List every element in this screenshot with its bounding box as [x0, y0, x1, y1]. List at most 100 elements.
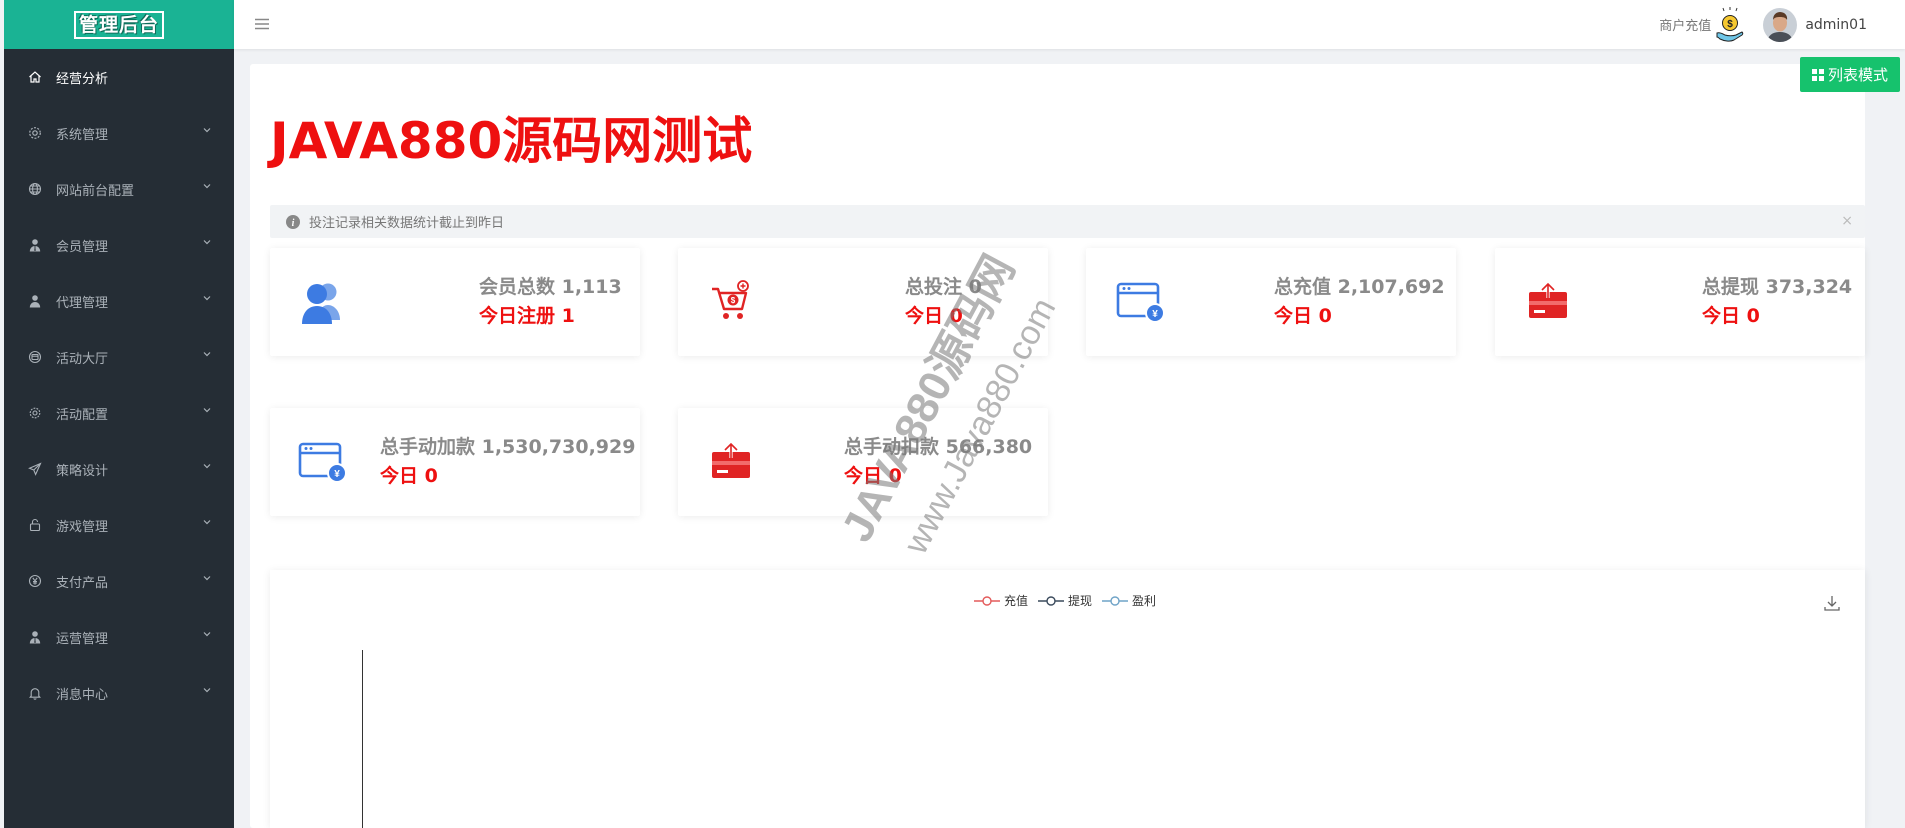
chevron-down-icon — [203, 576, 211, 581]
stat-card-withdraw: 总提现 373,324 今日 0 — [1495, 248, 1865, 356]
user-icon — [28, 294, 42, 308]
page-title: JAVA880源码网测试 — [270, 112, 753, 170]
chevron-down-icon — [203, 408, 211, 413]
chevron-down-icon — [203, 184, 211, 189]
sidebar-item-label: 会员管理 — [56, 239, 109, 255]
chart-y-axis — [362, 650, 363, 828]
cart-icon: $ — [712, 280, 749, 319]
sidebar-item-business-analysis[interactable]: 经营分析 — [4, 49, 234, 105]
close-icon[interactable]: × — [1841, 214, 1853, 228]
list-mode-button[interactable]: 列表模式 — [1800, 57, 1901, 92]
chevron-down-icon — [203, 296, 211, 301]
svg-text:$: $ — [731, 296, 736, 305]
chart-legend: 充值 提现 盈利 — [974, 592, 1166, 609]
yen-circle-icon — [28, 574, 42, 588]
bell-icon — [28, 686, 42, 700]
chevron-down-icon — [203, 520, 211, 525]
stat-card-manual-add: ¥ 总手动加款 1,530,730,929 今日 0 — [270, 408, 640, 516]
list-mode-label: 列表模式 — [1828, 66, 1889, 84]
gear-icon — [28, 126, 42, 140]
sidebar-item-games[interactable]: 游戏管理 — [4, 497, 234, 553]
sidebar-item-payment[interactable]: 支付产品 — [4, 553, 234, 609]
sidebar-item-operations[interactable]: 运营管理 — [4, 609, 234, 665]
user-tie-icon — [28, 630, 42, 644]
sidebar-item-activity-hall[interactable]: 活动大厅 — [4, 329, 234, 385]
chevron-down-icon — [203, 632, 211, 637]
card-total: 会员总数 1,113 — [479, 276, 622, 298]
sidebar-item-system[interactable]: 系统管理 — [4, 105, 234, 161]
card-today: 今日注册 1 — [479, 305, 575, 327]
grid-icon — [1812, 68, 1824, 81]
avatar[interactable] — [1763, 7, 1798, 42]
card-today: 今日 0 — [380, 465, 438, 487]
svg-text:¥: ¥ — [334, 469, 340, 480]
logo-bar[interactable]: 管理后台 — [4, 0, 234, 49]
sidebar-item-label: 策略设计 — [56, 463, 109, 479]
svg-text:¥: ¥ — [1152, 309, 1158, 320]
header-user-area: 商户充值 $ admin01 — [1659, 0, 1867, 49]
stat-card-bets: $ 总投注 0 今日 0 — [678, 248, 1048, 356]
card-total: 总手动加款 1,530,730,929 — [380, 436, 636, 458]
sidebar-item-messages[interactable]: 消息中心 — [4, 665, 234, 721]
info-icon: i — [286, 214, 300, 229]
chevron-down-icon — [203, 352, 211, 357]
sidebar-item-label: 游戏管理 — [56, 519, 109, 535]
legend-marker — [1102, 595, 1129, 606]
lock-icon — [28, 518, 42, 532]
sidebar: 管理后台 经营分析 系统管理 网站前台配置 会员管理 代理管理 活动大厅 活动配… — [4, 0, 234, 828]
trend-chart: 充值 提现 盈利 — [270, 570, 1865, 828]
wallet-upload-icon — [712, 441, 750, 478]
sidebar-item-activity-config[interactable]: 活动配置 — [4, 385, 234, 441]
card-total: 总提现 373,324 — [1702, 276, 1853, 298]
sidebar-item-label: 活动大厅 — [56, 351, 109, 367]
card-total: 总投注 0 — [905, 276, 982, 298]
chevron-down-icon — [203, 128, 211, 133]
stat-card-members: 会员总数 1,113 今日注册 1 — [270, 248, 640, 356]
legend-label: 提现 — [1068, 594, 1093, 608]
wallet-upload-icon — [1529, 281, 1567, 318]
svg-text:$: $ — [1728, 19, 1734, 30]
username[interactable]: admin01 — [1805, 17, 1867, 33]
calendar-icon — [28, 350, 42, 364]
sidebar-item-members[interactable]: 会员管理 — [4, 217, 234, 273]
chevron-down-icon — [203, 464, 211, 469]
card-total: 总手动扣款 566,380 — [844, 436, 1033, 458]
main-panel: JAVA880源码网测试 i 投注记录相关数据统计截止到昨日 × 会员总数 1,… — [250, 64, 1865, 828]
alert-text: 投注记录相关数据统计截止到昨日 — [309, 216, 505, 231]
stat-card-manual-deduct: 总手动扣款 566,380 今日 0 — [678, 408, 1048, 516]
sidebar-item-label: 代理管理 — [56, 295, 109, 311]
cog-icon — [28, 406, 42, 420]
card-today: 今日 0 — [1274, 305, 1332, 327]
card-today: 今日 0 — [905, 305, 963, 327]
globe-icon — [28, 182, 42, 196]
sidebar-item-strategy[interactable]: 策略设计 — [4, 441, 234, 497]
coin-hand-icon[interactable]: $ — [1715, 6, 1745, 43]
send-icon — [28, 462, 42, 476]
legend-label: 盈利 — [1132, 594, 1157, 608]
sidebar-item-label: 消息中心 — [56, 687, 109, 703]
hamburger-menu-icon[interactable] — [254, 16, 270, 32]
browser-yen-icon: ¥ — [298, 442, 347, 483]
top-header: 商户充值 $ admin01 — [234, 0, 1905, 49]
legend-item-withdraw[interactable]: 提现 — [1038, 592, 1092, 609]
sidebar-item-label: 运营管理 — [56, 631, 109, 647]
legend-label: 充值 — [1004, 594, 1029, 608]
legend-item-recharge[interactable]: 充值 — [974, 592, 1028, 609]
download-icon[interactable] — [1823, 594, 1841, 612]
chevron-down-icon — [203, 688, 211, 693]
sidebar-item-agents[interactable]: 代理管理 — [4, 273, 234, 329]
sidebar-item-site-config[interactable]: 网站前台配置 — [4, 161, 234, 217]
sidebar-item-label: 活动配置 — [56, 407, 109, 423]
home-icon — [28, 70, 42, 84]
legend-marker — [974, 595, 1000, 606]
logo: 管理后台 — [73, 10, 164, 39]
user-tie-icon — [28, 238, 42, 252]
card-today: 今日 0 — [1702, 305, 1760, 327]
sidebar-item-label: 支付产品 — [56, 575, 109, 591]
merchant-recharge-link[interactable]: 商户充值 — [1659, 15, 1711, 34]
chevron-down-icon — [203, 240, 211, 245]
legend-item-profit[interactable]: 盈利 — [1102, 592, 1156, 609]
sidebar-item-label: 经营分析 — [56, 71, 109, 87]
card-total: 总充值 2,107,692 — [1274, 276, 1445, 298]
browser-yen-icon: ¥ — [1116, 282, 1165, 323]
